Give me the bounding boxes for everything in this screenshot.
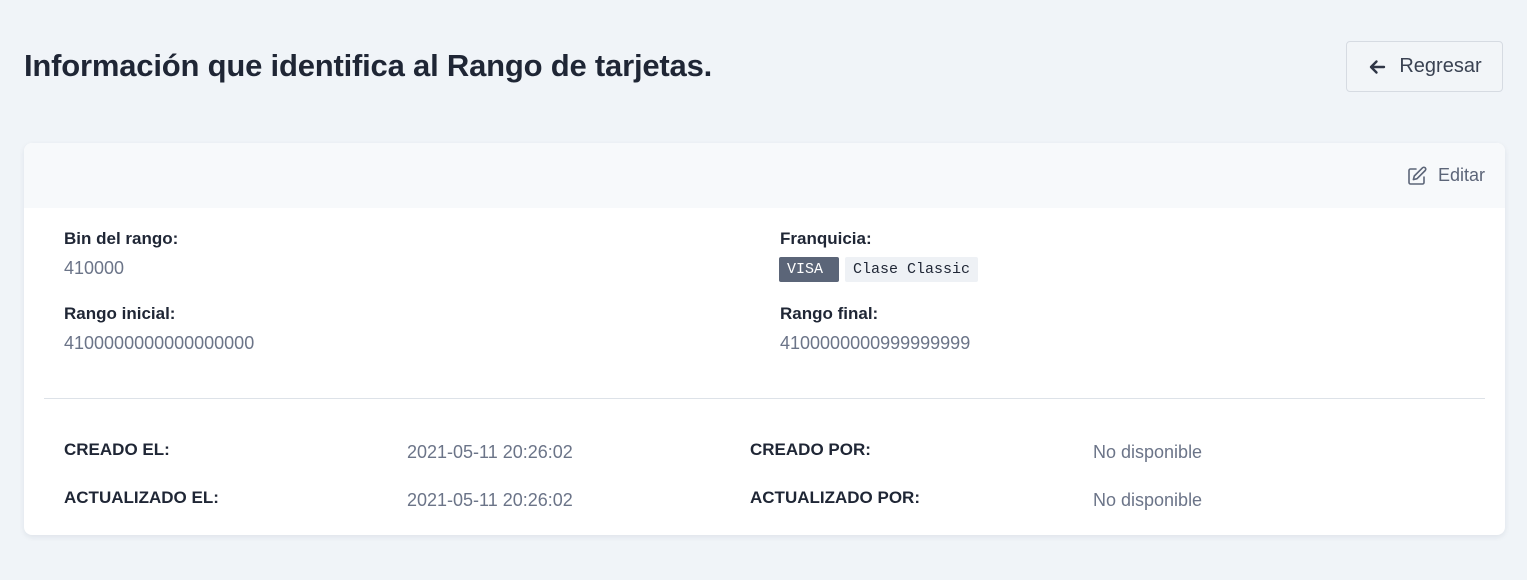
updated-at-value: 2021-05-11 20:26:02: [407, 490, 573, 510]
class-badge: Clase Classic: [845, 257, 979, 282]
back-button-label: Regresar: [1399, 55, 1482, 77]
range-info-card: Editar Bin del rango: 410000 Franquicia:…: [24, 143, 1505, 535]
start-range-label: Rango inicial:: [64, 304, 176, 323]
created-at-value: 2021-05-11 20:26:02: [407, 442, 573, 462]
page-title: Información que identifica al Rango de t…: [24, 48, 713, 83]
start-range-value: 4100000000000000000: [64, 333, 255, 353]
bin-label: Bin del rango:: [64, 229, 179, 248]
created-by-value: No disponible: [1093, 442, 1203, 462]
franchise-badges: VISA Clase Classic: [779, 257, 979, 282]
arrow-left-icon: [1370, 59, 1386, 74]
edit-button-label: Editar: [1437, 165, 1485, 185]
card-header: Editar: [24, 143, 1505, 208]
created-by-label: CREADO POR:: [750, 440, 871, 459]
created-at-label: CREADO EL:: [64, 440, 170, 459]
updated-by-label: ACTUALIZADO POR:: [750, 488, 920, 507]
bin-value: 410000: [64, 258, 125, 278]
updated-by-value: No disponible: [1093, 490, 1203, 510]
back-button[interactable]: Regresar: [1346, 41, 1503, 92]
divider: [44, 398, 1485, 399]
end-range-label: Rango final:: [780, 304, 879, 323]
franchise-label: Franquicia:: [780, 229, 872, 248]
edit-button[interactable]: Editar: [1406, 165, 1485, 187]
end-range-value: 4100000000999999999: [780, 333, 971, 353]
edit-icon: [1408, 166, 1427, 185]
franchise-badge: VISA: [779, 257, 840, 282]
updated-at-label: ACTUALIZADO EL:: [64, 488, 219, 507]
